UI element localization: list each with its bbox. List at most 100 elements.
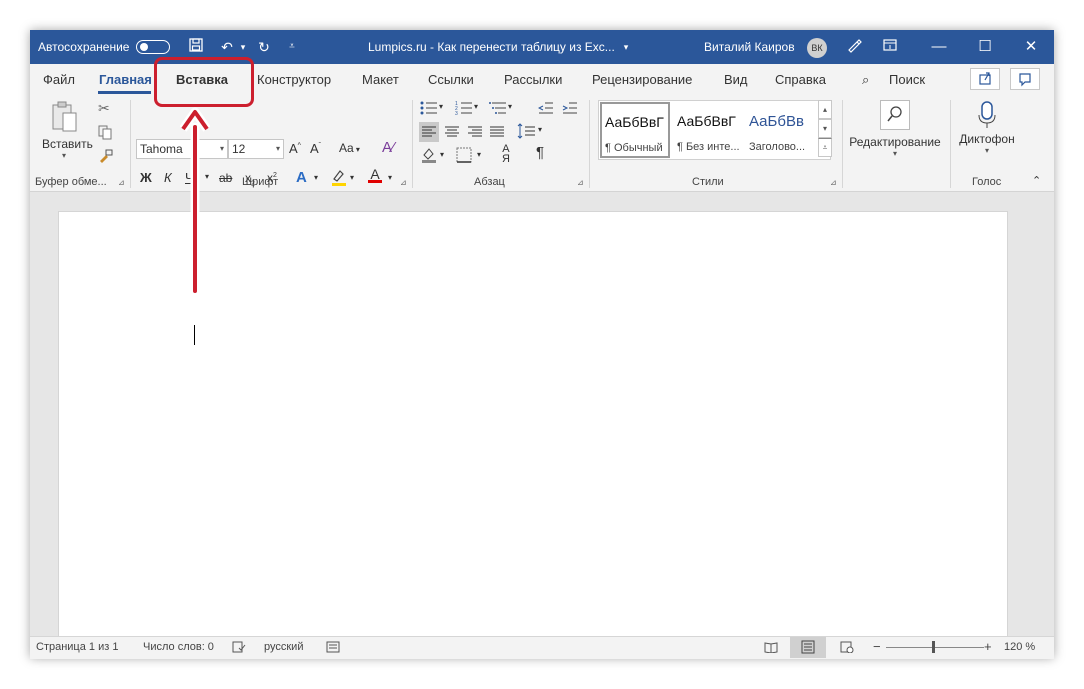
pen-icon[interactable] [844,37,864,57]
clear-formatting-icon[interactable]: A⁄ [382,139,395,156]
customize-qat-icon[interactable]: ⩡ [282,37,302,57]
shading-icon[interactable] [420,146,438,167]
avatar[interactable]: ВК [807,38,827,58]
document-title: Lumpics.ru - Как перенести таблицу из Ex… [368,40,615,54]
shrink-font-icon[interactable]: Aˇ [310,141,321,156]
editing-button[interactable]: Редактирование ▾ [845,98,945,172]
comments-button[interactable] [1010,68,1040,90]
web-layout-icon[interactable] [840,641,854,656]
tab-view[interactable]: Вид [724,72,748,87]
page-info[interactable]: Страница 1 из 1 [36,641,118,653]
styles-more-icon[interactable]: ⩡ [818,138,832,157]
autosave-toggle[interactable] [136,40,170,54]
tab-review[interactable]: Рецензирование [592,72,692,87]
close-button[interactable]: ✕ [1008,30,1054,64]
paste-label: Вставить [42,137,93,151]
accessibility-icon[interactable] [326,641,340,656]
style-name: ¶ Без инте... [677,141,740,153]
microphone-icon [973,100,1001,130]
style-no-spacing[interactable]: АаБбВвГ ¶ Без инте... [673,101,746,159]
styles-launcher-icon[interactable]: ⊿ [830,178,837,187]
font-size-combo[interactable]: 12 ▾ [228,139,284,159]
ribbon-display-icon[interactable] [880,37,900,57]
zoom-out-button[interactable]: − [873,639,881,654]
font-color-icon[interactable]: A [368,166,382,183]
language[interactable]: русский [264,641,303,653]
cut-icon[interactable]: ✂ [98,100,110,117]
bold-button[interactable]: Ж [140,170,152,185]
font-launcher-icon[interactable]: ⊿ [400,178,407,187]
styles-scroll-up-icon[interactable]: ▴ [818,100,832,119]
style-heading[interactable]: АаБбВв Заголово... [745,101,818,159]
find-icon [880,100,910,130]
numbering-dropdown-icon[interactable]: ▾ [474,102,478,111]
paragraph-launcher-icon[interactable]: ⊿ [577,178,584,187]
minimize-button[interactable]: — [916,30,962,64]
tab-mailings[interactable]: Рассылки [504,72,562,87]
user-name[interactable]: Виталий Каиров [704,40,795,54]
align-center-icon[interactable] [442,122,462,145]
align-left-button[interactable] [419,122,439,142]
save-icon[interactable] [186,37,206,57]
line-spacing-icon[interactable] [515,122,537,145]
line-spacing-dropdown-icon[interactable]: ▾ [538,125,542,134]
strikethrough-button[interactable]: ab [219,171,232,185]
copy-icon[interactable] [97,124,113,143]
bullets-icon[interactable] [420,100,438,119]
redo-icon[interactable]: ↻ [254,37,274,57]
read-mode-icon[interactable] [764,641,778,656]
numbering-icon[interactable]: 123 [455,100,473,119]
tab-layout[interactable]: Макет [362,72,399,87]
font-color-dropdown-icon[interactable]: ▾ [388,173,392,182]
zoom-in-button[interactable]: + [984,639,992,654]
paste-button[interactable]: Вставить ▾ [42,100,93,172]
proofing-icon[interactable] [232,641,246,656]
word-count[interactable]: Число слов: 0 [143,641,214,653]
show-marks-icon[interactable]: ¶ [536,144,544,161]
decrease-indent-icon[interactable] [537,100,554,119]
annotation-arrow [180,107,210,295]
share-button[interactable] [970,68,1000,90]
bullets-dropdown-icon[interactable]: ▾ [439,102,443,111]
tab-references[interactable]: Ссылки [428,72,474,87]
style-normal[interactable]: АаБбВвГ ¶ Обычный [600,102,670,158]
svg-text:3: 3 [455,111,458,116]
text-effects-icon[interactable]: A [296,169,307,186]
style-name: ¶ Обычный [605,142,663,154]
collapse-ribbon-icon[interactable]: ⌃ [1032,174,1041,187]
grow-font-icon[interactable]: A^ [289,141,301,156]
change-case-button[interactable]: Aa ▾ [339,141,360,155]
search-label[interactable]: Поиск [889,72,925,87]
shading-dropdown-icon[interactable]: ▾ [440,150,444,159]
text-effects-dropdown-icon[interactable]: ▾ [314,173,318,182]
zoom-level[interactable]: 120 % [1004,641,1035,653]
tab-design[interactable]: Конструктор [257,72,331,87]
multilevel-list-icon[interactable] [489,100,507,119]
multilevel-dropdown-icon[interactable]: ▾ [508,102,512,111]
maximize-button[interactable]: ☐ [962,30,1008,64]
increase-indent-icon[interactable] [562,100,578,119]
align-right-icon[interactable] [465,122,485,145]
highlight-icon[interactable] [330,168,348,189]
style-sample: АаБбВв [749,113,804,130]
zoom-slider-track[interactable] [886,647,984,648]
undo-dropdown-icon[interactable]: ▾ [233,37,253,57]
dictate-button[interactable]: Диктофон ▾ [952,98,1022,172]
borders-icon[interactable] [455,146,473,167]
sort-icon[interactable]: АЯ [502,144,510,165]
title-dropdown-icon[interactable]: ▾ [616,37,636,57]
borders-dropdown-icon[interactable]: ▾ [477,150,481,159]
search-icon[interactable]: ⌕ [862,72,869,88]
zoom-slider-thumb[interactable] [932,641,935,653]
tab-home[interactable]: Главная [99,72,152,87]
print-layout-button[interactable] [790,637,826,658]
styles-scroll-down-icon[interactable]: ▾ [818,119,832,138]
format-painter-icon[interactable] [97,148,113,167]
highlight-dropdown-icon[interactable]: ▾ [350,173,354,182]
tab-file[interactable]: Файл [43,72,75,87]
justify-icon[interactable] [487,122,507,145]
tab-help[interactable]: Справка [775,72,826,87]
clipboard-launcher-icon[interactable]: ⊿ [118,178,125,187]
voice-group-label: Голос [972,176,1002,188]
italic-button[interactable]: К [164,170,172,185]
